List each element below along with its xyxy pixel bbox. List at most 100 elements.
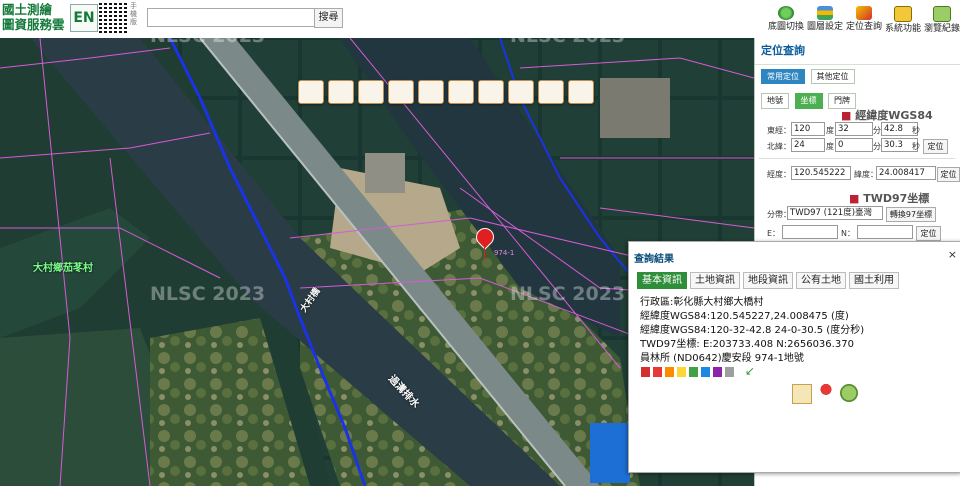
- swatch-red[interactable]: [652, 366, 663, 378]
- sec-unit: 秒: [912, 126, 920, 135]
- zone-select[interactable]: TWD97 (121度)臺灣: [787, 206, 883, 220]
- query-result-popup: 查詢結果 × 基本資訊 土地資訊 地段資訊 公有土地 國土利用 行政區:彰化縣大…: [628, 241, 960, 473]
- swatch-purple[interactable]: [712, 366, 723, 378]
- logo-line2: 圖資服務雲: [2, 17, 65, 32]
- mobile-version-label[interactable]: 手機版: [130, 2, 140, 26]
- line-icon[interactable]: [478, 80, 504, 104]
- tab-land-use[interactable]: 國土利用: [849, 272, 899, 289]
- east-deg-input[interactable]: 120: [791, 122, 825, 136]
- deg-unit: 度: [826, 142, 834, 151]
- result-tabs: 基本資訊 土地資訊 地段資訊 公有土地 國土利用: [637, 272, 902, 289]
- tab-parcel[interactable]: 地號: [761, 93, 789, 109]
- building-icon[interactable]: [328, 80, 354, 104]
- top-bar: 國土測繪 圖資服務雲 EN 手機版 搜尋 底圖切換 圖層設定 定位查詢 系統功能…: [0, 0, 960, 39]
- e-input[interactable]: [782, 225, 838, 239]
- tab-coordinate[interactable]: 坐標: [794, 93, 823, 109]
- twd97-title: ■ TWD97坐標: [849, 190, 929, 206]
- logo-line1: 國土測繪: [2, 2, 53, 17]
- eraser-icon[interactable]: [538, 80, 564, 104]
- sec-unit: 秒: [912, 142, 920, 151]
- popup-title: 查詢結果: [634, 254, 674, 265]
- min-unit: 分: [873, 142, 881, 151]
- swatch-yellow[interactable]: [676, 366, 687, 378]
- wgs84-title: ■ 經緯度WGS84: [841, 107, 933, 123]
- arrow-icon[interactable]: ↙: [745, 365, 755, 378]
- result-lines: 行政區:彰化縣大村鄉大橋村 經緯度WGS84:120.545227,24.008…: [640, 296, 864, 366]
- twd97-coordinate: TWD97坐標: E:203733.408 N:2656036.370: [640, 339, 854, 350]
- system-functions-button[interactable]: 系統功能: [885, 6, 921, 36]
- divider: [759, 158, 955, 159]
- search-button[interactable]: 搜尋: [314, 8, 343, 28]
- swatch-blue[interactable]: [700, 366, 711, 378]
- locate-query-button[interactable]: 定位查詢: [846, 6, 882, 36]
- north-deg-input[interactable]: 24: [791, 138, 825, 152]
- measure-icon[interactable]: [448, 80, 474, 104]
- north-label: 北緯：: [767, 142, 791, 151]
- tool-label: 系統功能: [885, 24, 922, 34]
- east-label: 東經：: [767, 126, 791, 135]
- twd97-title-text: TWD97坐標: [863, 192, 930, 205]
- admin-district: 行政區:彰化縣大村鄉大橋村: [640, 297, 764, 308]
- locate-twd97-button[interactable]: 定位: [916, 226, 941, 241]
- undo-icon[interactable]: [358, 80, 384, 104]
- comment-icon[interactable]: [508, 80, 534, 104]
- place-label: 大村鄉茄苳村: [33, 263, 93, 274]
- convert-twd97-button[interactable]: 轉換97坐標: [886, 207, 936, 222]
- swatch-orange[interactable]: [664, 366, 675, 378]
- min-unit: 分: [873, 126, 881, 135]
- lat-input[interactable]: 24.008417: [876, 166, 936, 180]
- site-logo[interactable]: 國土測繪 圖資服務雲: [0, 2, 66, 36]
- lat-label: 緯度：: [854, 170, 878, 179]
- east-min-input[interactable]: 32: [835, 122, 873, 136]
- tab-common-locate[interactable]: 常用定位: [761, 69, 805, 84]
- tab-other-locate[interactable]: 其他定位: [810, 69, 855, 84]
- locate-decimal-button[interactable]: 定位: [937, 167, 960, 182]
- clear-icon[interactable]: [568, 80, 594, 104]
- layers-icon: [817, 6, 833, 20]
- mode-tabs: 常用定位 其他定位: [761, 69, 857, 84]
- toolbox-icon: [894, 6, 912, 22]
- top-toolset: 底圖切換 圖層設定 定位查詢 系統功能 瀏覽紀錄: [765, 6, 960, 36]
- globe-icon: [778, 6, 794, 20]
- redo-icon[interactable]: [388, 80, 414, 104]
- watermark: NLSC 2023: [510, 283, 626, 305]
- swatch-red-checked[interactable]: [640, 366, 651, 378]
- tool-label: 瀏覽紀錄: [924, 24, 960, 34]
- tab-section-info[interactable]: 地段資訊: [743, 272, 793, 289]
- swatch-gray[interactable]: [724, 366, 735, 378]
- wgs84-title-text: 經緯度WGS84: [855, 109, 933, 122]
- wgs84-dms: 經緯度WGS84:120-32-42.8 24-0-30.5 (度分秒): [640, 325, 865, 336]
- history-button[interactable]: 瀏覽紀錄: [924, 6, 960, 36]
- map-document-icon[interactable]: [792, 384, 812, 404]
- n-input[interactable]: [857, 225, 913, 239]
- go-icon[interactable]: [840, 384, 858, 402]
- history-icon: [933, 6, 951, 22]
- tab-public-land[interactable]: 公有土地: [796, 272, 846, 289]
- locate-dms-button[interactable]: 定位: [923, 139, 948, 154]
- language-button[interactable]: EN: [70, 4, 98, 32]
- swatch-green[interactable]: [688, 366, 699, 378]
- wgs84-decimal: 經緯度WGS84:120.545227,24.008475 (度): [640, 311, 849, 322]
- pan-icon[interactable]: [418, 80, 444, 104]
- tab-land-info[interactable]: 土地資訊: [690, 272, 740, 289]
- layer-settings-button[interactable]: 圖層設定: [807, 6, 843, 36]
- tool-label: 底圖切換: [768, 22, 805, 32]
- e-label: E：: [767, 229, 781, 238]
- panel-title: 定位查詢: [755, 38, 960, 65]
- popup-actions: [792, 384, 863, 404]
- fullscreen-icon[interactable]: [298, 80, 324, 104]
- tab-basic-info[interactable]: 基本資訊: [637, 272, 687, 289]
- lng-input[interactable]: 120.545222: [791, 166, 851, 180]
- parcel-label: 974-1: [494, 249, 515, 257]
- n-label: N：: [841, 229, 855, 238]
- pin-icon: [856, 6, 872, 20]
- color-swatches: ↙: [640, 365, 755, 378]
- lng-label: 經度：: [767, 170, 791, 179]
- search-input[interactable]: [147, 8, 318, 27]
- pin-marker-icon[interactable]: [817, 384, 835, 402]
- basemap-switch-button[interactable]: 底圖切換: [768, 6, 804, 36]
- bullet-icon: ■: [841, 109, 856, 122]
- north-min-input[interactable]: 0: [835, 138, 873, 152]
- bullet-icon: ■: [849, 192, 864, 205]
- close-icon[interactable]: ×: [948, 248, 957, 261]
